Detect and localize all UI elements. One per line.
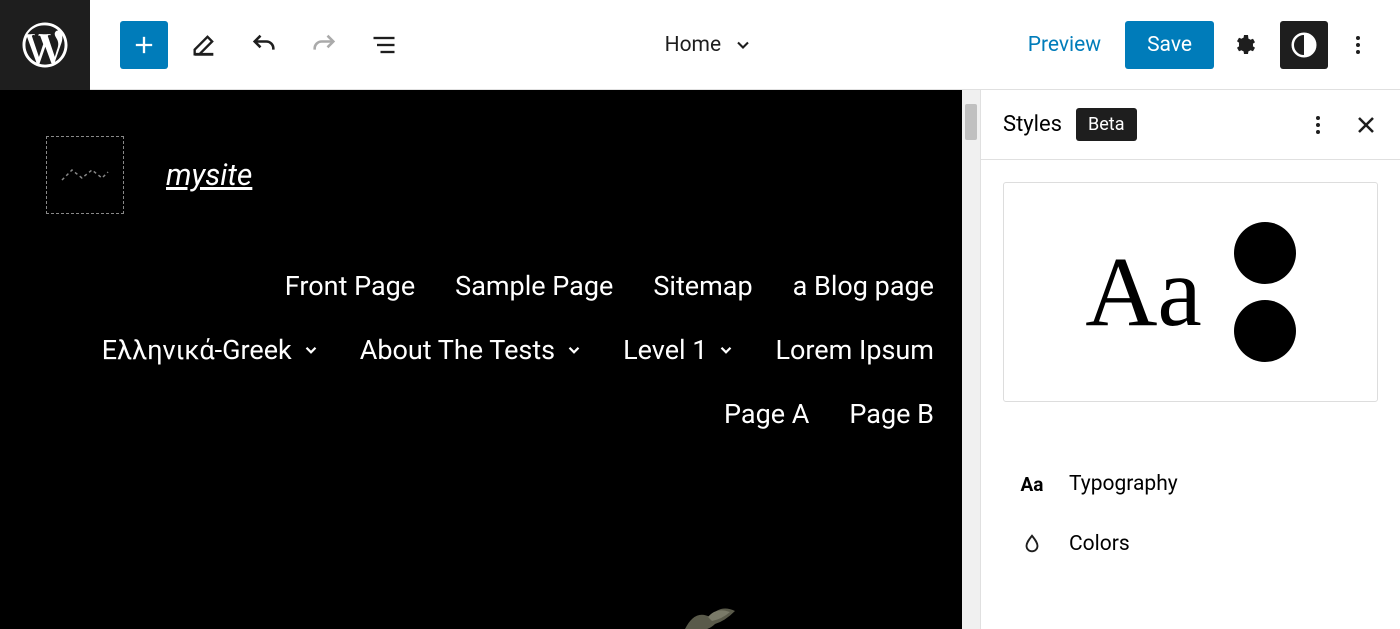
nav-item[interactable]: About The Tests: [360, 334, 583, 366]
list-view-icon: [370, 31, 398, 59]
beta-badge: Beta: [1076, 108, 1136, 141]
save-button[interactable]: Save: [1125, 21, 1214, 69]
style-preview-card[interactable]: Aa: [1003, 182, 1378, 402]
preview-button[interactable]: Preview: [1010, 23, 1119, 67]
nav-item[interactable]: Front Page: [285, 270, 415, 302]
nav-item[interactable]: Page B: [849, 398, 934, 430]
styles-panel-toggle[interactable]: [1280, 21, 1328, 69]
toolbar-left-group: [90, 21, 408, 69]
site-title-block[interactable]: mysite: [166, 158, 252, 193]
nav-item[interactable]: Sitemap: [653, 270, 752, 302]
more-options-button[interactable]: [1334, 21, 1382, 69]
wordpress-icon: [18, 18, 72, 72]
contrast-icon: [1289, 30, 1319, 60]
gear-icon: [1232, 31, 1256, 59]
chevron-down-icon: [565, 341, 583, 359]
style-item-label: Typography: [1069, 472, 1178, 496]
wordpress-logo-button[interactable]: [0, 0, 90, 90]
editor-toolbar: Home Preview Save: [0, 0, 1400, 90]
typography-preview: Aa: [1085, 242, 1202, 342]
nav-item[interactable]: Lorem Ipsum: [775, 334, 934, 366]
redo-button[interactable]: [300, 21, 348, 69]
chevron-down-icon: [717, 341, 735, 359]
editor-canvas[interactable]: mysite Front Page Sample Page Sitemap a …: [0, 90, 980, 629]
style-item-label: Colors: [1069, 532, 1130, 556]
decorative-bird-image: [680, 599, 740, 629]
navigation-block[interactable]: Front Page Sample Page Sitemap a Blog pa…: [0, 260, 980, 440]
plus-icon: [130, 31, 158, 59]
typography-icon: Aa: [1019, 473, 1045, 496]
close-icon[interactable]: [1354, 113, 1378, 137]
chevron-down-icon: [733, 35, 753, 55]
color-dot: [1234, 222, 1296, 284]
settings-button[interactable]: [1220, 21, 1268, 69]
undo-icon: [250, 31, 278, 59]
sidebar-title: Styles: [1003, 112, 1062, 137]
nav-item[interactable]: a Blog page: [793, 270, 934, 302]
site-logo-placeholder[interactable]: [46, 136, 124, 214]
style-options-list: Aa Typography Colors: [981, 424, 1400, 574]
edit-tool-button[interactable]: [180, 21, 228, 69]
nav-item[interactable]: Level 1: [623, 334, 735, 366]
nav-item[interactable]: Sample Page: [455, 270, 613, 302]
site-header-block[interactable]: mysite: [0, 90, 980, 260]
sidebar-header: Styles Beta: [981, 90, 1400, 160]
styles-sidebar: Styles Beta Aa Aa Typography C: [980, 90, 1400, 629]
more-vertical-icon[interactable]: [1306, 113, 1330, 137]
drop-icon: [1019, 533, 1045, 555]
document-title: Home: [665, 33, 722, 57]
pencil-icon: [190, 31, 218, 59]
list-view-button[interactable]: [360, 21, 408, 69]
color-preview-dots: [1234, 222, 1296, 362]
add-block-button[interactable]: [120, 21, 168, 69]
undo-button[interactable]: [240, 21, 288, 69]
nav-item[interactable]: Ελληνικά-Greek: [102, 334, 320, 366]
scrollbar-thumb[interactable]: [965, 104, 977, 140]
chevron-down-icon: [302, 341, 320, 359]
colors-option[interactable]: Colors: [989, 514, 1392, 574]
more-vertical-icon: [1346, 31, 1370, 59]
typography-option[interactable]: Aa Typography: [989, 454, 1392, 514]
redo-icon: [310, 31, 338, 59]
nav-item[interactable]: Page A: [724, 398, 809, 430]
color-dot: [1234, 300, 1296, 362]
toolbar-right-group: Preview Save: [1010, 21, 1400, 69]
image-placeholder-icon: [60, 166, 110, 184]
document-title-dropdown[interactable]: Home: [408, 33, 1010, 57]
canvas-scrollbar[interactable]: [962, 90, 980, 629]
